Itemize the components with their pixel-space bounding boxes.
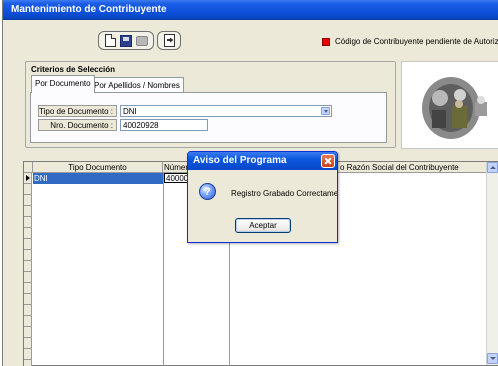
criteria-title: Criterios de Selección [31,65,116,74]
row-header-column [24,173,32,366]
tab-por-apellidos-nombres[interactable]: Por Apellidos / Nombres [90,77,184,92]
row-header[interactable] [24,261,32,272]
save-button[interactable] [119,34,133,48]
doc-number-label: Nro. Documento : [38,119,117,131]
row-header[interactable] [24,250,32,261]
row-header[interactable] [24,327,32,338]
row-header[interactable] [24,217,32,228]
row-header-selected[interactable] [24,173,32,184]
dialog-titlebar[interactable]: Aviso del Programa [188,152,337,170]
row-header[interactable] [24,184,32,195]
grid-vertical-scrollbar[interactable] [486,162,498,365]
doc-type-value: DNI [123,107,137,116]
dialog-message: Registro Grabado Correctamente [231,189,338,198]
window-titlebar[interactable]: Mantenimiento de Contribuyente [3,0,498,20]
row-header[interactable] [24,206,32,217]
column-header-tipo-documento[interactable]: Tipo Documento [33,162,163,173]
row-header[interactable] [24,349,32,360]
question-icon: ? [199,183,216,200]
row-header[interactable] [24,195,32,206]
scroll-up-icon[interactable] [487,162,498,173]
print-icon [136,35,148,46]
scroll-down-icon[interactable] [487,353,498,364]
row-header[interactable] [24,294,32,305]
dialog-title: Aviso del Programa [193,155,287,166]
doc-type-select[interactable]: DNI [120,105,332,117]
pending-authorization-color-box [322,38,330,46]
chevron-down-icon[interactable] [321,107,330,115]
tab-panel-por-documento: Tipo de Documento : DNI Nro. Documento :… [30,92,387,143]
row-header[interactable] [24,305,32,316]
exit-button[interactable] [162,33,176,48]
doc-number-input[interactable]: 40020928 [120,119,208,131]
toolbar-exit-group [157,31,181,50]
message-dialog: Aviso del Programa ? Registro Grabado Co… [187,151,338,243]
grid-header-corner [24,162,33,173]
save-icon [120,34,132,47]
cell-tipo-documento[interactable]: DNI [33,173,163,184]
row-header[interactable] [24,338,32,349]
toolbar-file-group [98,31,154,50]
column-divider [163,173,164,366]
new-button[interactable] [103,33,117,48]
new-document-icon [104,33,116,47]
selection-criteria-panel: Criterios de Selección Por Documento Por… [25,61,396,148]
close-icon[interactable] [321,154,335,168]
pending-authorization-legend: Código de Contribuyente pendiente de Aut… [335,37,498,46]
people-collage-icon [402,62,498,148]
print-button[interactable] [135,34,149,48]
accept-button[interactable]: Aceptar [235,218,291,233]
decorative-picture [401,61,498,149]
row-header[interactable] [24,239,32,250]
row-header[interactable] [24,283,32,294]
tab-por-documento[interactable]: Por Documento [31,75,95,93]
column-header-razon-social[interactable]: o Razón Social del Contribuyente [331,162,487,173]
window-title: Mantenimiento de Contribuyente [11,4,167,15]
row-header[interactable] [24,316,32,327]
doc-type-label: Tipo de Documento : [38,105,117,117]
main-window: Mantenimiento de Contribuyente Código de… [2,0,498,366]
row-header[interactable] [24,228,32,239]
row-header[interactable] [24,272,32,283]
exit-icon [163,33,175,47]
